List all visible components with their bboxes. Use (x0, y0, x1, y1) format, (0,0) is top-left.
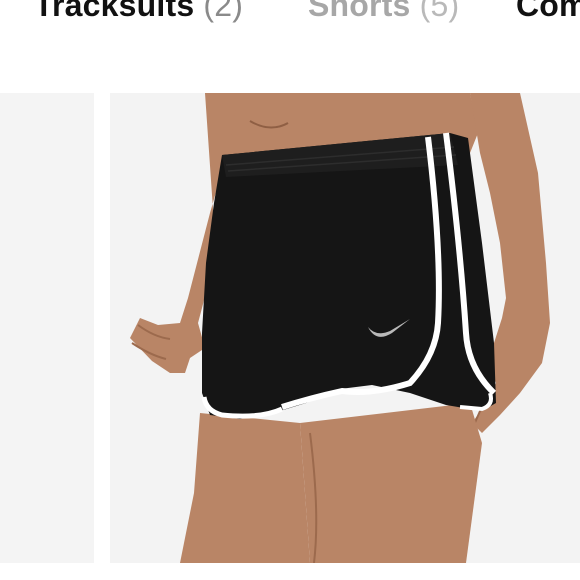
product-browser: Tracksuits (2) Shorts (5) Com (0, 0, 580, 580)
tab-shorts[interactable]: Shorts (5) (308, 0, 459, 30)
product-card-shorts[interactable] (110, 93, 580, 563)
category-tabs: Tracksuits (2) Shorts (5) Com (0, 0, 580, 30)
tab-tracksuits-count: (2) (203, 0, 244, 23)
right-leg (300, 403, 482, 563)
tab-shorts-label: Shorts (308, 0, 411, 23)
tab-tracksuits-label: Tracksuits (34, 0, 195, 23)
product-image (110, 93, 580, 563)
tab-shorts-count: (5) (419, 0, 460, 23)
tab-partial[interactable]: Com (516, 0, 580, 30)
product-card-previous[interactable] (0, 93, 94, 563)
tab-tracksuits[interactable]: Tracksuits (2) (34, 0, 243, 30)
tab-partial-label: Com (516, 0, 580, 23)
left-leg (180, 413, 310, 563)
